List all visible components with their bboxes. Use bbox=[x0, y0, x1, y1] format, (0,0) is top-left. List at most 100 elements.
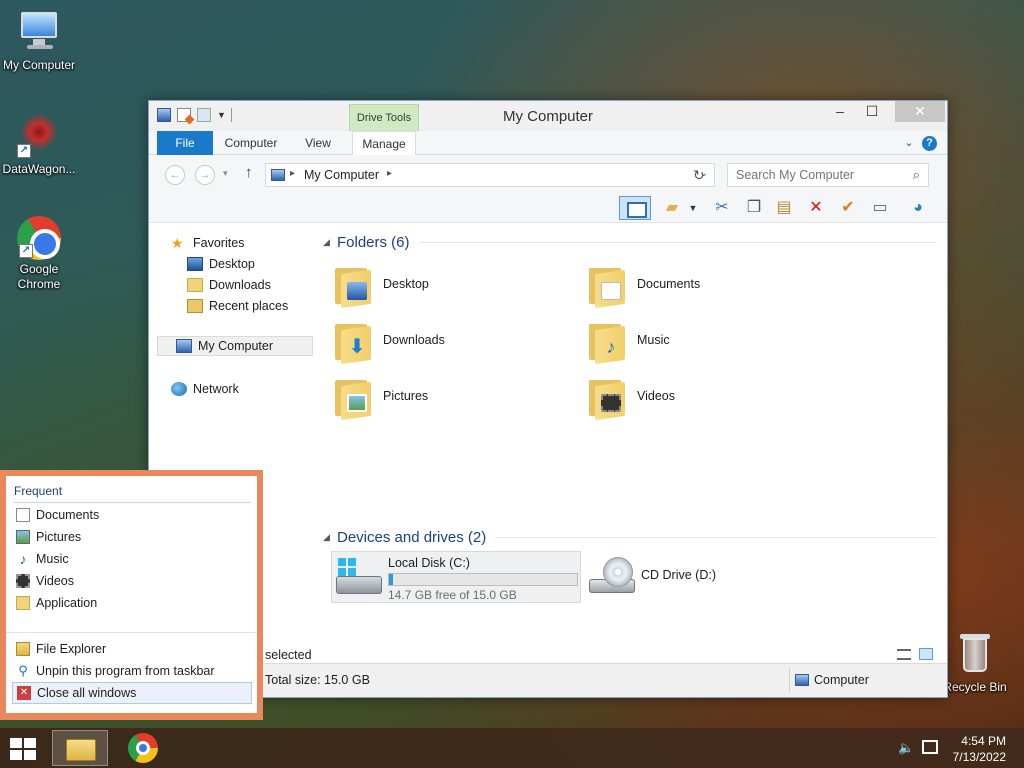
status-bar: Total size: 15.0 GB Computer bbox=[149, 663, 947, 697]
clock[interactable]: 4:54 PM 7/13/2022 bbox=[953, 733, 1006, 765]
folder-tile-videos[interactable]: Videos bbox=[587, 371, 827, 421]
hard-drive-icon bbox=[336, 558, 382, 598]
close-button[interactable]: ✕ bbox=[895, 101, 945, 122]
star-icon: ★ bbox=[171, 235, 184, 251]
breadcrumb-separator-icon[interactable]: ▸ bbox=[290, 168, 295, 179]
jump-task-unpin[interactable]: ⚲ Unpin this program from taskbar bbox=[12, 660, 252, 682]
new-item-chevron-icon[interactable]: ▼ bbox=[687, 196, 699, 220]
large-icons-view-icon[interactable] bbox=[919, 648, 933, 660]
nav-network[interactable]: Network bbox=[171, 379, 239, 399]
devices-group-header[interactable]: ◢ Devices and drives (2) bbox=[323, 526, 937, 548]
start-button[interactable] bbox=[8, 736, 40, 760]
computer-icon bbox=[176, 339, 192, 353]
folder-tile-music[interactable]: ♪ Music bbox=[587, 315, 827, 365]
nav-downloads[interactable]: Downloads bbox=[187, 275, 271, 295]
preview-pane-icon[interactable] bbox=[619, 196, 651, 220]
nav-desktop[interactable]: Desktop bbox=[187, 254, 255, 274]
jump-item-music[interactable]: ♪ Music bbox=[12, 548, 252, 570]
tab-view[interactable]: View bbox=[297, 131, 339, 155]
network-tray-icon[interactable] bbox=[922, 740, 938, 754]
jump-item-videos[interactable]: Videos bbox=[12, 570, 252, 592]
computer-icon bbox=[15, 8, 63, 56]
back-button[interactable]: ← bbox=[165, 165, 185, 185]
folder-tile-pictures[interactable]: Pictures bbox=[333, 371, 573, 421]
tab-computer[interactable]: Computer bbox=[219, 131, 283, 155]
minimize-button[interactable]: – bbox=[825, 101, 855, 122]
folder-tile-downloads[interactable]: ⬇ Downloads bbox=[333, 315, 573, 365]
volume-muted-icon[interactable]: 🔈 bbox=[898, 740, 914, 756]
drive-label: CD Drive (D:) bbox=[641, 568, 716, 582]
jump-list-panel: Frequent Documents Pictures ♪ Music Vide… bbox=[6, 476, 257, 713]
breadcrumb-separator-icon[interactable]: ▸ bbox=[387, 168, 392, 179]
music-icon: ♪ bbox=[19, 551, 27, 567]
jump-item-label: File Explorer bbox=[36, 642, 107, 656]
desktop-icon-google-chrome[interactable]: ↗ Google Chrome bbox=[0, 216, 79, 292]
content-pane: ◢ Folders (6) Desktop Documents ⬇ Downlo… bbox=[323, 223, 947, 643]
jump-item-pictures[interactable]: Pictures bbox=[12, 526, 252, 548]
desktop-icon-datawagon[interactable]: ↗ DataWagon... bbox=[0, 112, 79, 177]
help-icon[interactable]: ? bbox=[922, 136, 937, 151]
drive-tile-local-disk[interactable]: Local Disk (C:) 14.7 GB free of 15.0 GB bbox=[331, 551, 581, 603]
nav-label: Favorites bbox=[193, 236, 245, 250]
breadcrumb-my-computer[interactable]: My Computer bbox=[304, 168, 379, 182]
downloads-folder-icon: ⬇ bbox=[333, 318, 373, 365]
jump-item-application[interactable]: Application bbox=[12, 592, 252, 614]
delete-icon[interactable]: ✕ bbox=[803, 196, 829, 220]
jump-task-close-all[interactable]: ✕ Close all windows bbox=[12, 682, 252, 704]
maximize-button[interactable]: ☐ bbox=[857, 101, 887, 122]
folder-icon bbox=[16, 596, 30, 610]
status-total-size: Total size: 15.0 GB bbox=[265, 673, 370, 687]
nav-my-computer[interactable]: My Computer bbox=[157, 336, 313, 356]
jump-item-documents[interactable]: Documents bbox=[12, 504, 252, 526]
explorer-window: ▼ Drive Tools My Computer – ☐ ✕ File Com… bbox=[148, 100, 948, 698]
expand-ribbon-chevron-icon[interactable]: ⌄ bbox=[901, 131, 917, 155]
title-bar[interactable]: ▼ Drive Tools My Computer – ☐ ✕ bbox=[149, 101, 947, 131]
address-box[interactable]: ▸ My Computer ▸ ⌄ bbox=[265, 163, 715, 187]
divider bbox=[496, 536, 937, 538]
up-button[interactable]: ↑ bbox=[245, 164, 253, 181]
clock-time: 4:54 PM bbox=[961, 734, 1006, 748]
collapse-triangle-icon[interactable]: ◢ bbox=[323, 532, 337, 543]
copy-icon[interactable]: ❐ bbox=[741, 196, 767, 220]
desktop-icon bbox=[187, 257, 203, 271]
details-view-icon[interactable] bbox=[897, 649, 911, 660]
new-folder-icon[interactable]: ▰ bbox=[659, 196, 685, 220]
check-icon[interactable]: ✔ bbox=[835, 196, 861, 220]
search-input[interactable] bbox=[736, 164, 906, 186]
status-location-label: Computer bbox=[814, 673, 869, 687]
nav-recent-places[interactable]: Recent places bbox=[187, 296, 288, 316]
forward-button[interactable]: → bbox=[195, 165, 215, 185]
search-icon[interactable]: ⌕ bbox=[913, 167, 920, 183]
refresh-button[interactable]: ↻ bbox=[693, 167, 705, 184]
collapse-triangle-icon[interactable]: ◢ bbox=[323, 237, 337, 248]
selection-status: selected bbox=[265, 648, 312, 662]
divider bbox=[6, 632, 257, 633]
shell-icon[interactable]: ◕ bbox=[905, 196, 931, 220]
cut-icon[interactable]: ✂ bbox=[709, 196, 735, 220]
documents-folder-icon bbox=[587, 262, 627, 309]
tab-file[interactable]: File bbox=[157, 131, 213, 155]
folders-group-header[interactable]: ◢ Folders (6) bbox=[323, 231, 937, 253]
nav-label: Downloads bbox=[209, 278, 271, 292]
taskbar-google-chrome[interactable] bbox=[120, 730, 176, 766]
jump-item-label: Unpin this program from taskbar bbox=[36, 664, 215, 678]
recycle-bin-icon bbox=[951, 630, 999, 678]
pictures-icon bbox=[16, 530, 30, 544]
taskbar-file-explorer[interactable] bbox=[52, 730, 108, 766]
computer-icon bbox=[795, 674, 809, 686]
jump-item-label: Application bbox=[36, 596, 98, 610]
address-bar-row: ← → ▾ ↑ ▸ My Computer ▸ ⌄ ↻ ⌕ bbox=[149, 155, 947, 193]
folder-tile-documents[interactable]: Documents bbox=[587, 259, 827, 309]
file-explorer-icon bbox=[66, 739, 96, 761]
paste-icon[interactable]: ▤ bbox=[771, 196, 797, 220]
ribbon-tabs: File Computer View Manage ⌄ ? bbox=[149, 131, 947, 156]
recent-locations-chevron-icon[interactable]: ▾ bbox=[223, 168, 228, 179]
desktop-icon-my-computer[interactable]: My Computer bbox=[0, 8, 79, 73]
drive-tile-cd[interactable]: CD Drive (D:) bbox=[585, 551, 825, 603]
jump-task-file-explorer[interactable]: File Explorer bbox=[12, 638, 252, 660]
tab-manage[interactable]: Manage bbox=[352, 131, 416, 156]
folder-tile-desktop[interactable]: Desktop bbox=[333, 259, 573, 309]
nav-favorites[interactable]: ★ Favorites bbox=[171, 233, 244, 253]
rename-icon[interactable]: ▭ bbox=[867, 196, 893, 220]
jump-item-label: Music bbox=[36, 552, 69, 566]
